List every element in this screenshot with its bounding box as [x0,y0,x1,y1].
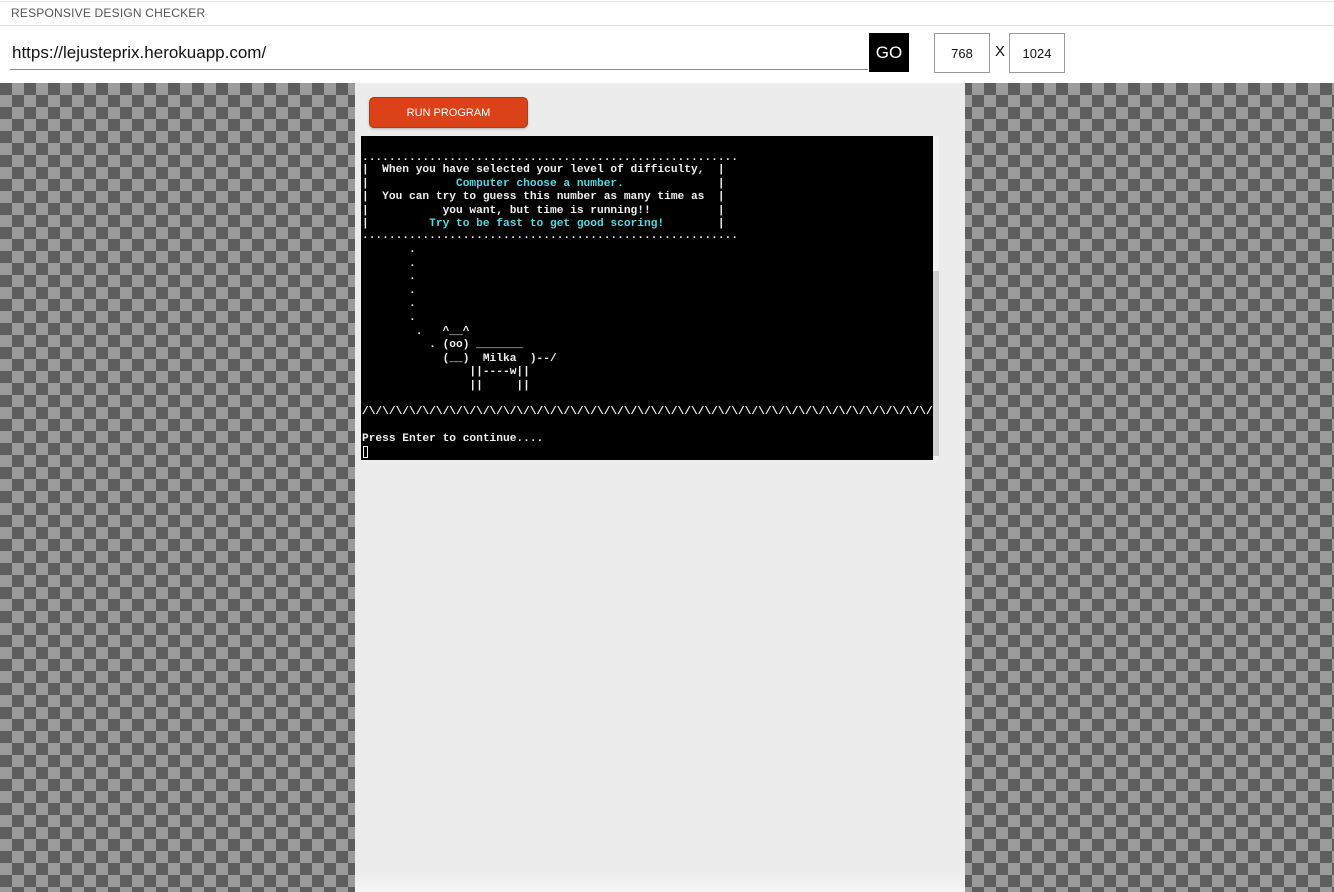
title-divider [0,25,1334,26]
continue-prompt: Press Enter to continue.... [362,433,544,445]
terminal-line-4: | you want, but time is running!! | [362,205,725,217]
viewport-bottom-fade [355,872,965,892]
terminal-screen[interactable]: ........................................… [361,136,933,460]
terminal-line-2-highlight: Computer choose a number. [456,178,624,190]
terminal-line-1: | When you have selected your level of d… [362,164,725,176]
go-button[interactable]: GO [869,33,909,72]
width-input[interactable] [934,33,990,73]
terminal-line-2: | Computer choose a number. | [362,178,725,192]
run-program-button[interactable]: RUN PROGRAM [369,97,528,128]
cow-ascii-art: . . . . . . . ^__^ . (oo) _______ (__) M… [408,244,557,392]
terminal-line-5-highlight: Try to be fast to get good scoring! [429,218,665,230]
height-input[interactable] [1009,33,1065,73]
url-input[interactable] [10,36,868,70]
scrollbar-thumb[interactable] [933,271,939,456]
terminal-scrollbar[interactable] [933,136,939,460]
terminal-cursor [363,446,368,458]
terminal-line-5-right: | [664,218,725,230]
app-title: RESPONSIVE DESIGN CHECKER [11,6,206,20]
terminal-line-2-left: | [362,178,456,190]
dimension-separator: X [995,43,1006,60]
terminal-line-3: | You can try to guess this number as ma… [362,191,725,203]
grass-line: /\/\/\/\/\/\/\/\/\/\/\/\/\/\/\/\/\/\/\/\… [362,406,933,418]
top-edge-line [0,1,1334,2]
top-toolbar: RESPONSIVE DESIGN CHECKER GO X [0,0,1334,83]
terminal-bottom-border: ........................................… [362,230,738,242]
terminal-line-2-right: | [623,178,725,190]
device-viewport[interactable]: RUN PROGRAM ............................… [355,83,965,892]
terminal-line-5-left: | [362,218,430,230]
